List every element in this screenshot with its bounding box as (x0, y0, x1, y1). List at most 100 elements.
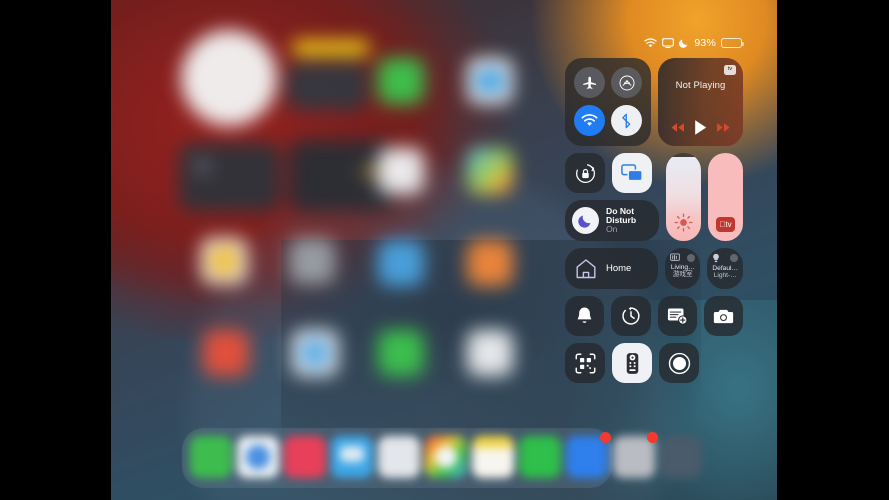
lightbulb-icon (712, 253, 720, 263)
app-white-1[interactable] (378, 148, 424, 194)
camera-icon (713, 308, 734, 325)
accessory-line-1: Defaul… (712, 265, 739, 272)
accessory-labels: Defaul… Light-… (712, 265, 738, 280)
wifi-toggle[interactable] (574, 105, 605, 136)
volume-slider[interactable]: tv (708, 153, 743, 241)
connectivity-module[interactable] (565, 58, 651, 146)
battery-percent: 93% (694, 37, 716, 49)
bell-icon (575, 306, 594, 326)
camera-button[interactable] (703, 296, 743, 336)
appletv-icon[interactable]: tv (724, 65, 736, 75)
control-center[interactable]: tv Not Playing Do Not Disturb On tv Home… (565, 58, 743, 383)
accessory-line-2: Light-… (713, 272, 737, 280)
dnd-circle (572, 207, 599, 234)
brightness-icon (666, 213, 701, 232)
screen-mirroring-button[interactable] (612, 153, 652, 193)
clock-widget[interactable] (181, 30, 277, 126)
cc-row-middle: Do Not Disturb On tv (565, 153, 743, 241)
dock[interactable] (182, 428, 702, 488)
cc-row-utilities-2 (565, 343, 743, 383)
dock-app-7-top (472, 436, 514, 448)
record-icon (668, 352, 691, 375)
do-not-disturb-tile[interactable]: Do Not Disturb On (565, 200, 659, 241)
dock-app-8[interactable] (519, 436, 561, 478)
dock-icons (182, 428, 702, 488)
airdrop-toggle[interactable] (611, 67, 642, 98)
accessory-top (669, 253, 697, 262)
app-red[interactable] (203, 330, 249, 376)
timer-button[interactable] (611, 296, 651, 336)
dock-app-10[interactable] (613, 436, 655, 478)
dock-badge-app-10 (647, 432, 658, 443)
app-settings[interactable] (289, 238, 335, 284)
cc-row-home: Home Living… 游戏室 Defaul… Light-… (565, 248, 743, 289)
screen-mirroring-icon (662, 38, 675, 48)
brightness-slider[interactable] (666, 153, 701, 241)
ipad-screen: 93% tv Not Playing Do Not Disturb On tv … (0, 0, 889, 500)
status-bar: 93% (644, 37, 744, 49)
app-files[interactable] (378, 240, 424, 286)
code-scanner-button[interactable] (565, 343, 605, 383)
accessory-labels: Living… 游戏室 (671, 264, 695, 279)
dark-widget-top[interactable] (286, 62, 368, 110)
now-playing-module[interactable]: tv Not Playing (658, 58, 743, 146)
cc-row-utilities-1 (565, 296, 743, 336)
widget-accent-dot (196, 160, 209, 173)
media-title: Not Playing (675, 80, 726, 91)
app-green-2[interactable] (378, 330, 424, 376)
app-orange[interactable] (467, 240, 513, 286)
app-blue-mail-inner (476, 70, 504, 92)
dock-app-3[interactable] (284, 436, 326, 478)
app-blue-2-inner (301, 339, 329, 367)
cc-row-rotation (565, 153, 659, 193)
dock-app-11[interactable] (660, 436, 702, 478)
accessory-power-dot[interactable] (730, 254, 738, 262)
apple-tv-remote-button[interactable] (612, 343, 652, 383)
cc-row-top: tv Not Playing (565, 58, 743, 146)
accessory-power-dot[interactable] (687, 253, 696, 262)
bluetooth-toggle[interactable] (611, 105, 642, 136)
quick-note-button[interactable] (657, 296, 697, 336)
accessory-default-light[interactable]: Defaul… Light-… (707, 248, 743, 289)
moon-icon (679, 38, 689, 48)
dock-app-2-inner (246, 445, 270, 469)
yellow-banner[interactable] (293, 40, 369, 56)
dock-app-6-inner (435, 446, 457, 468)
wifi-icon (581, 114, 598, 127)
qr-code-icon (575, 353, 596, 374)
home-tile[interactable]: Home (565, 248, 658, 289)
accessory-living-room[interactable]: Living… 游戏室 (664, 248, 701, 289)
dock-app-1[interactable] (190, 436, 232, 478)
dnd-title: Do Not Disturb (606, 205, 637, 225)
remote-icon (626, 352, 639, 375)
rotation-lock-button[interactable] (565, 153, 605, 193)
play-icon[interactable] (693, 119, 708, 136)
bluetooth-icon (621, 113, 632, 129)
app-white-2[interactable] (467, 330, 513, 376)
appletv-icon: tv (708, 217, 743, 232)
letterbox-right (777, 0, 889, 500)
screen-recording-button[interactable] (659, 343, 699, 383)
accessory-top (711, 253, 739, 263)
screen-mirroring-icon (621, 164, 643, 182)
airplane-mode-toggle[interactable] (574, 67, 605, 98)
dock-badge-app-9 (600, 432, 611, 443)
media-controls (658, 119, 743, 136)
alarm-button[interactable] (565, 296, 605, 336)
dnd-text: Do Not Disturb On (606, 205, 652, 234)
app-photos[interactable] (467, 148, 513, 194)
timer-icon (621, 306, 641, 326)
dark-widget-left[interactable] (179, 143, 281, 211)
dock-app-9[interactable] (566, 436, 608, 478)
app-green-messages[interactable] (378, 58, 424, 104)
dock-app-5[interactable] (378, 436, 420, 478)
airplane-icon (582, 75, 597, 90)
dock-app-4-inner (340, 446, 364, 462)
moon-icon (578, 213, 593, 228)
speaker-icon (670, 253, 680, 262)
cc-left-column: Do Not Disturb On (565, 153, 659, 241)
rewind-icon[interactable] (670, 122, 685, 133)
accessory-line-2: 游戏室 (672, 271, 693, 279)
letterbox-left (0, 0, 111, 500)
fast-forward-icon[interactable] (716, 122, 731, 133)
